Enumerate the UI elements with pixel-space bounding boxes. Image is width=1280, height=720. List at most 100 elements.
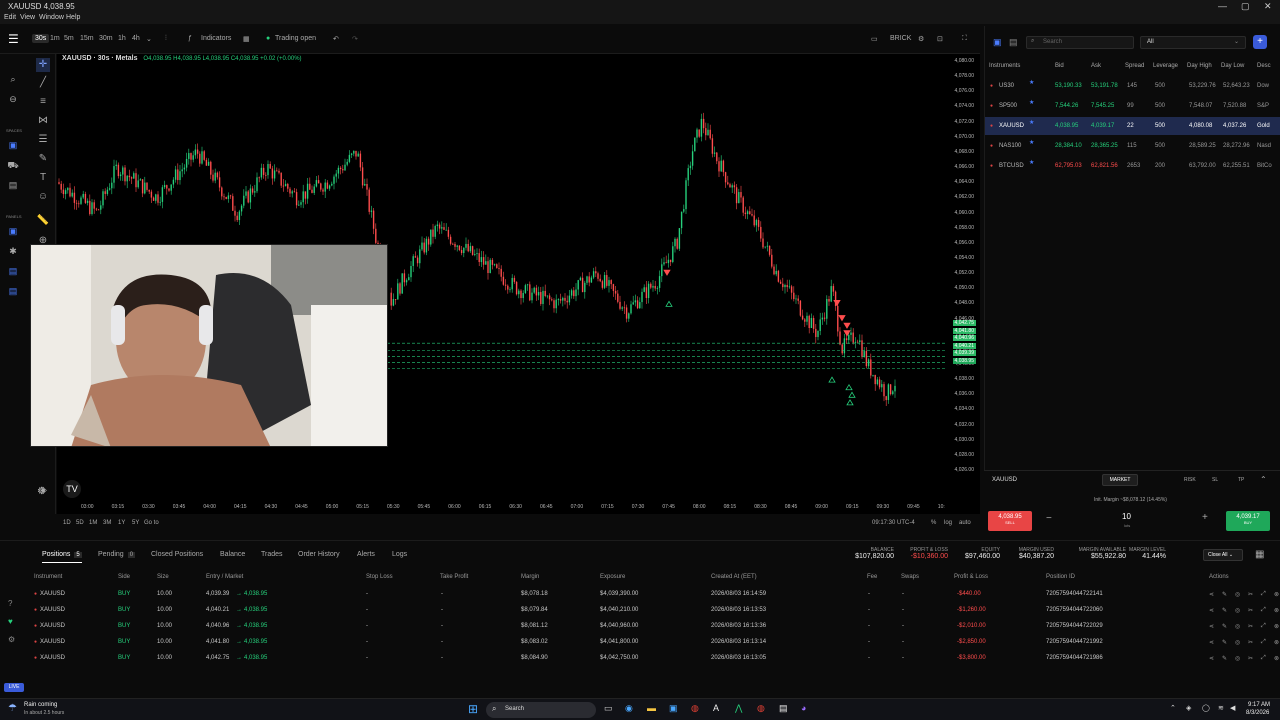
timeframe-1m[interactable]: 1m	[50, 35, 60, 42]
expand-icon[interactable]: ⤢	[1261, 607, 1266, 614]
risk-tab[interactable]: RISK	[1184, 477, 1196, 483]
terminal-icon[interactable]: ▤	[779, 703, 788, 714]
tab-trades[interactable]: Trades	[261, 551, 283, 558]
timeframe-4h[interactable]: 4h	[132, 35, 140, 42]
tray-chevron-icon[interactable]: ⌃	[1170, 704, 1176, 712]
calendar-tab-icon[interactable]: ▤	[1009, 37, 1018, 48]
col-day-high[interactable]: Day High	[1187, 63, 1212, 69]
cut-icon[interactable]: ✂	[1248, 607, 1253, 614]
timeframe-30s[interactable]: 30s	[32, 34, 50, 43]
tab-positions[interactable]: Positions 5	[42, 551, 82, 563]
col-header[interactable]: Size	[157, 574, 169, 580]
tray-app-icon[interactable]: ◈	[1186, 704, 1191, 712]
chart-mode-icon[interactable]: ▭	[871, 35, 878, 43]
tp-tab[interactable]: TP	[1238, 477, 1244, 483]
share-icon[interactable]: ⋖	[1209, 591, 1214, 598]
task-view-icon[interactable]: ▭	[604, 703, 613, 714]
edit-icon[interactable]: ✎	[1222, 639, 1227, 646]
col-header[interactable]: Margin	[521, 574, 539, 580]
gear-icon[interactable]: ⚙	[8, 635, 15, 644]
sell-marker[interactable]	[838, 315, 846, 322]
cut-icon[interactable]: ✂	[1248, 639, 1253, 646]
range-1m[interactable]: 1M	[89, 520, 97, 526]
buy-marker[interactable]	[828, 376, 836, 383]
tab-logs[interactable]: Logs	[392, 551, 407, 558]
star-icon[interactable]: ★	[1029, 79, 1034, 86]
timeframe-1h[interactable]: 1h	[118, 35, 126, 42]
add-instrument-button[interactable]: +	[1253, 35, 1267, 49]
col-header[interactable]: Side	[118, 574, 130, 580]
col-header[interactable]: Exposure	[600, 574, 625, 580]
col-bid[interactable]: Bid	[1055, 63, 1064, 69]
col-header[interactable]: Swaps	[901, 574, 919, 580]
time-axis[interactable]: TV ⚙ 03:00 03:15 03:30 03:45 04:00 04:15 04:30…	[37, 480, 980, 514]
zoom-out-icon[interactable]: ⊖	[6, 94, 20, 108]
candle-type-icon[interactable]: ⫶	[165, 35, 167, 43]
buy-marker[interactable]	[846, 399, 854, 406]
close-icon[interactable]: ⊗	[1274, 655, 1279, 662]
position-row[interactable]: ● XAUUSD BUY 10.00 4,042.75 - - $8,084.90 $4,042…	[0, 651, 1280, 667]
volume-icon[interactable]: ◀	[1230, 704, 1235, 712]
browser-icon[interactable]: ◍	[757, 703, 765, 714]
target-icon[interactable]: ◎	[1235, 655, 1240, 662]
col-ask[interactable]: Ask	[1091, 63, 1101, 69]
settings-icon[interactable]: ⚙	[918, 35, 924, 43]
expand-icon[interactable]: ⤢	[1261, 591, 1266, 598]
col-header[interactable]: Instrument	[34, 574, 62, 580]
menu-view[interactable]: View	[20, 14, 35, 21]
col-header[interactable]: Profit & Loss	[954, 574, 988, 580]
col-spread[interactable]: Spread	[1125, 63, 1144, 69]
brush-icon[interactable]: ✎	[36, 152, 50, 166]
buy-marker[interactable]	[665, 300, 673, 307]
pattern-icon[interactable]: ⋈	[36, 114, 50, 128]
star-icon[interactable]: ★	[1029, 159, 1034, 166]
close-icon[interactable]: ⊗	[1274, 591, 1279, 598]
instrument-row[interactable]: ● XAUUSD 4,038.95 4,039.17 22 500 4,080.08 4,03…	[985, 117, 1280, 135]
text-icon[interactable]: T	[36, 171, 50, 185]
settings-gear-icon[interactable]: ⚙	[37, 486, 46, 497]
col-header[interactable]: Take Profit	[440, 574, 468, 580]
expand-icon[interactable]: ⤢	[1261, 623, 1266, 630]
chrome-icon[interactable]: ◍	[691, 703, 699, 714]
position-row[interactable]: ● XAUUSD BUY 10.00 4,041.80 - - $8,083.02 $4,041…	[0, 635, 1280, 651]
target-icon[interactable]: ◎	[1235, 591, 1240, 598]
range-5y[interactable]: 5Y	[132, 520, 139, 526]
fib-icon[interactable]: ☰	[36, 133, 50, 147]
cut-icon[interactable]: ✂	[1248, 655, 1253, 662]
menu-window[interactable]: Window	[39, 14, 64, 21]
lots-input[interactable]: 10	[1122, 512, 1131, 521]
star-icon[interactable]: ★	[1029, 119, 1034, 126]
edit-icon[interactable]: ✎	[1222, 655, 1227, 662]
layout-grid-icon[interactable]: ▦	[243, 35, 250, 43]
layout-grid-icon[interactable]: ▦	[1255, 549, 1264, 560]
cart-icon[interactable]: ⛟	[6, 160, 20, 174]
weather-title[interactable]: Rain coming	[24, 702, 57, 708]
heart-icon[interactable]: ♥	[8, 617, 13, 626]
sell-marker[interactable]	[663, 269, 671, 276]
edge-icon[interactable]: ◉	[625, 703, 633, 714]
lots-decrease-button[interactable]: −	[1046, 513, 1052, 524]
windows-start-icon[interactable]: ⊞	[468, 702, 478, 716]
col-header[interactable]: Stop Loss	[366, 574, 393, 580]
share-icon[interactable]: ⋖	[1209, 623, 1214, 630]
explorer-icon[interactable]: ▬	[647, 703, 656, 713]
panel-orders-icon[interactable]: ▤	[6, 286, 20, 300]
help-icon[interactable]: ?	[8, 599, 12, 608]
position-row[interactable]: ● XAUUSD BUY 10.00 4,040.21 - - $8,079.84 $4,040…	[0, 603, 1280, 619]
timeframe-5m[interactable]: 5m	[64, 35, 74, 42]
close-icon[interactable]: ⊗	[1274, 639, 1279, 646]
instrument-search-input[interactable]: ⌕ Search	[1026, 36, 1134, 49]
instrument-row[interactable]: ● BTCUSD 62,795.03 62,821.56 2653 200 63,792.0…	[985, 157, 1280, 175]
cut-icon[interactable]: ✂	[1248, 591, 1253, 598]
sell-marker[interactable]	[843, 322, 851, 329]
store-icon[interactable]: ▣	[669, 703, 678, 714]
range-1y[interactable]: 1Y	[118, 520, 125, 526]
minimize-icon[interactable]: —	[1218, 1, 1227, 11]
log-toggle[interactable]: log	[944, 520, 952, 526]
col-header[interactable]: Created At (EET)	[711, 574, 757, 580]
chart-type-label[interactable]: BRICK	[890, 35, 911, 42]
col-day-low[interactable]: Day Low	[1221, 63, 1244, 69]
sl-tab[interactable]: SL	[1212, 477, 1218, 483]
clock-time[interactable]: 9:17 AM	[1248, 702, 1270, 708]
app-a-icon[interactable]: A	[713, 703, 719, 713]
